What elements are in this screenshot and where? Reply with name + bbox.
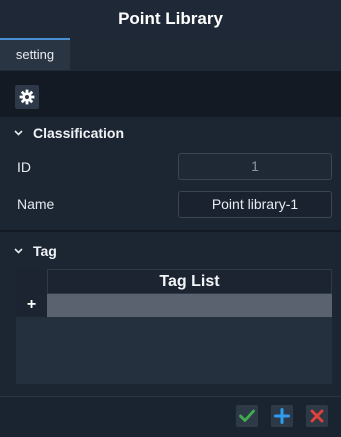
confirm-button[interactable] xyxy=(236,405,258,427)
classification-title: Classification xyxy=(33,125,125,141)
name-field[interactable]: Point library-1 xyxy=(178,191,332,218)
table-row[interactable] xyxy=(47,294,332,317)
id-label: ID xyxy=(17,159,31,175)
gear-icon xyxy=(19,89,35,105)
id-field: 1 xyxy=(178,153,332,180)
tag-list-table: Tag List + xyxy=(16,269,332,384)
name-label: Name xyxy=(17,196,55,212)
tab-bar: setting xyxy=(0,38,341,71)
chevron-down-icon xyxy=(14,236,26,266)
tab-setting[interactable]: setting xyxy=(0,38,70,70)
delete-button[interactable] xyxy=(306,405,328,427)
chevron-down-icon xyxy=(14,118,26,148)
tag-title: Tag xyxy=(33,243,57,259)
window-title: Point Library xyxy=(0,0,341,38)
plus-icon xyxy=(274,408,290,424)
tag-section-header[interactable]: Tag xyxy=(0,236,341,266)
check-icon xyxy=(239,409,255,422)
point-library-panel: Point Library setting Classification ID … xyxy=(0,0,341,437)
table-corner xyxy=(16,269,47,294)
settings-button[interactable] xyxy=(15,85,39,109)
footer-actions xyxy=(0,396,341,437)
tag-list-header: Tag List xyxy=(47,269,332,294)
close-icon xyxy=(310,409,324,423)
section-divider xyxy=(0,230,341,232)
toolbar xyxy=(0,71,341,117)
classification-section-header[interactable]: Classification xyxy=(0,118,341,148)
add-button[interactable] xyxy=(271,405,293,427)
add-tag-button[interactable]: + xyxy=(16,294,47,317)
